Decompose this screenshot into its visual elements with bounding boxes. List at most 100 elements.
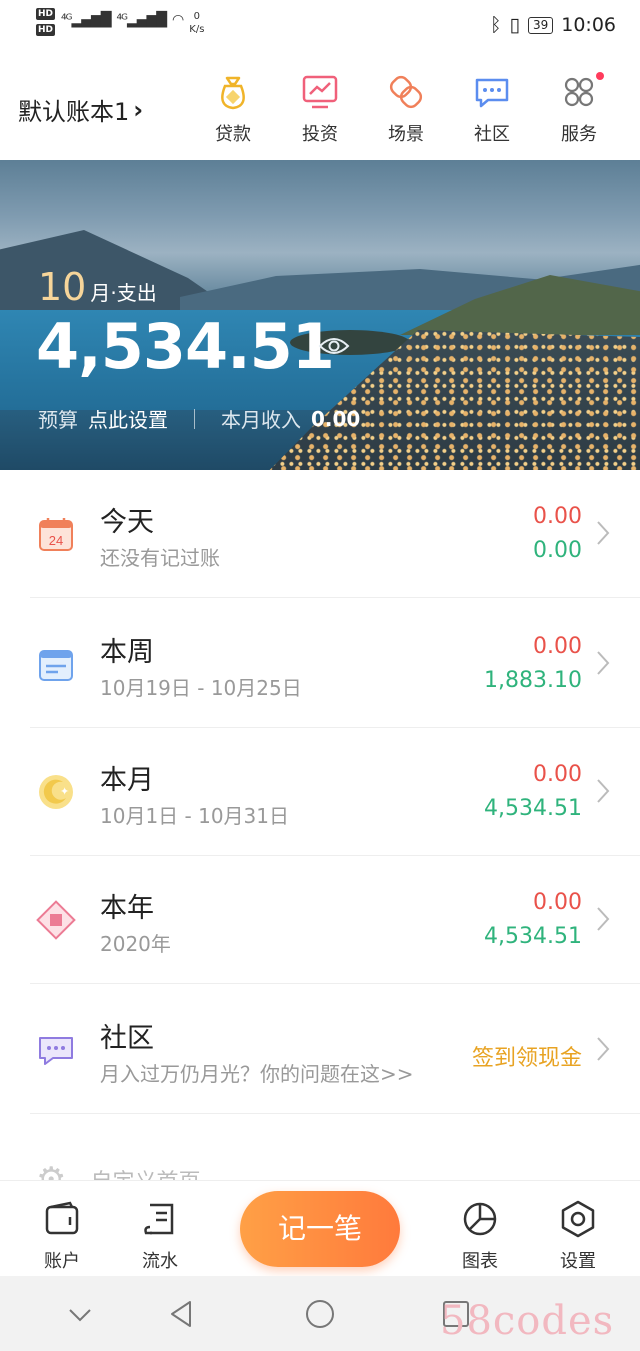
chevron-right-icon	[597, 907, 610, 931]
bluetooth-icon: ᛒ	[490, 14, 502, 36]
list-icon	[144, 1203, 174, 1235]
diamond-year-icon	[36, 900, 76, 940]
hide-keyboard-icon[interactable]	[64, 1298, 96, 1330]
row-subtitle: 2020年	[100, 932, 171, 956]
tab-chart-label: 图表	[462, 1251, 498, 1272]
row-income-value: 1,883.10	[484, 668, 582, 693]
month-suffix: 月·支出	[90, 281, 157, 305]
nav-invest[interactable]: 投资	[285, 72, 355, 146]
status-bar: HD HD ⁴ᴳ▂▄▆█ ⁴ᴳ▂▄▆█ ◠ 0 K/s ᛒ ▯ 39 10:06	[0, 0, 640, 56]
tab-chart[interactable]: 图表	[440, 1199, 520, 1273]
nav-loan-label: 贷款	[215, 124, 251, 145]
bottom-tab-bar: 账户 流水 记一笔 图表 设置	[0, 1180, 640, 1276]
row-expense-value: 0.00	[533, 890, 582, 915]
budget-label: 预算	[38, 408, 78, 432]
community-chat-icon	[39, 1037, 73, 1065]
chat-bubble-icon	[475, 78, 509, 108]
tab-settings[interactable]: 设置	[538, 1199, 618, 1273]
calendar-24-icon: 24	[39, 518, 73, 551]
banner-footer: 预算 点此设置 本月收入 0.00	[38, 404, 360, 433]
row-income-value: 0.00	[533, 538, 582, 563]
network-speed-value: 0	[193, 11, 201, 22]
nav-service[interactable]: 服务	[544, 72, 614, 146]
app-header: 默认账本1 › 贷款 投资 场景 社区 服务	[0, 56, 640, 160]
income-value: 0.00	[311, 406, 361, 431]
eye-icon[interactable]	[318, 332, 350, 360]
moon-star-icon: ✦	[39, 775, 73, 809]
battery-icon: 39	[527, 16, 554, 34]
chevron-right-icon: ›	[133, 95, 144, 124]
hd-badges: HD HD	[36, 8, 56, 36]
banner-divider	[194, 408, 195, 429]
nav-invest-label: 投资	[302, 124, 338, 145]
wifi-icon: ◠	[172, 12, 184, 28]
week-calendar-icon	[39, 650, 73, 681]
tab-flow[interactable]: 流水	[120, 1199, 200, 1273]
chart-trend-icon	[302, 75, 338, 109]
chevron-right-icon	[597, 779, 610, 803]
chevron-right-icon	[597, 651, 610, 675]
watermark-logo: 58codes	[440, 1298, 615, 1344]
status-right: ᛒ ▯ 39 10:06	[490, 14, 616, 36]
vibrate-icon: ▯	[509, 14, 520, 36]
back-icon[interactable]	[166, 1298, 198, 1330]
money-bag-icon	[221, 76, 245, 110]
network-speed: 0 K/s	[189, 10, 204, 36]
signal-icon-2: ⁴ᴳ▂▄▆█	[116, 12, 168, 28]
chevron-right-icon	[597, 1037, 610, 1061]
expense-banner[interactable]: 10 月·支出 4,534.51 预算 点此设置 本月收入 0.00	[0, 160, 640, 470]
nav-community[interactable]: 社区	[457, 72, 527, 146]
row-divider	[30, 1113, 640, 1114]
nav-scene-label: 场景	[388, 124, 424, 145]
row-income-value: 4,534.51	[484, 796, 582, 821]
book-selector[interactable]: 默认账本1 ›	[18, 92, 143, 127]
row-title: 今天	[100, 507, 154, 538]
monthly-expense-amount: 4,534.51	[36, 310, 335, 383]
notification-dot	[596, 72, 604, 80]
nav-community-label: 社区	[474, 124, 510, 145]
income-label: 本月收入	[221, 408, 301, 432]
grid-services-icon	[564, 77, 594, 107]
row-subtitle: 10月19日 - 10月25日	[100, 676, 302, 700]
summary-row-year[interactable]: 本年 2020年 0.00 4,534.51	[0, 856, 640, 984]
summary-row-week[interactable]: 本周 10月19日 - 10月25日 0.00 1,883.10	[0, 600, 640, 728]
tab-account-label: 账户	[44, 1251, 80, 1272]
book-name: 默认账本1	[18, 98, 130, 126]
row-subtitle: 10月1日 - 10月31日	[100, 804, 290, 828]
row-income-value: 4,534.51	[484, 924, 582, 949]
tab-flow-label: 流水	[142, 1251, 178, 1272]
summary-row-month[interactable]: ✦ 本月 10月1日 - 10月31日 0.00 4,534.51	[0, 728, 640, 856]
community-subtitle: 月入过万仍月光？你的问题在这>>	[100, 1062, 414, 1086]
nav-scene[interactable]: 场景	[371, 72, 441, 146]
status-time: 10:06	[561, 14, 616, 36]
tab-account[interactable]: 账户	[22, 1199, 102, 1273]
row-expense-value: 0.00	[533, 634, 582, 659]
row-divider	[30, 983, 640, 984]
budget-set-link[interactable]: 点此设置	[88, 404, 168, 433]
svg-text:24: 24	[49, 533, 63, 548]
chevron-right-icon	[597, 521, 610, 545]
svg-text:✦: ✦	[60, 785, 69, 798]
link-rings-icon	[389, 75, 423, 109]
row-expense-value: 0.00	[533, 762, 582, 787]
nav-service-label: 服务	[561, 124, 597, 145]
community-row[interactable]: 社区 月入过万仍月光？你的问题在这>> 签到领现金	[0, 986, 640, 1114]
network-speed-unit: K/s	[189, 24, 205, 35]
checkin-cash-promo[interactable]: 签到领现金	[472, 1040, 582, 1072]
summary-row-today[interactable]: 24 今天 还没有记过账 0.00 0.00	[0, 470, 640, 598]
status-left: HD HD ⁴ᴳ▂▄▆█ ⁴ᴳ▂▄▆█ ◠ 0 K/s	[36, 8, 204, 36]
tab-settings-label: 设置	[560, 1251, 596, 1272]
home-icon[interactable]	[304, 1298, 336, 1330]
pie-chart-icon	[463, 1202, 497, 1236]
month-number: 10	[38, 265, 87, 309]
row-title: 本周	[100, 637, 154, 668]
row-title: 本月	[100, 765, 154, 796]
row-expense-value: 0.00	[533, 504, 582, 529]
row-divider	[30, 597, 640, 598]
signal-icon: ⁴ᴳ▂▄▆█	[61, 12, 112, 28]
record-button[interactable]: 记一笔	[240, 1191, 400, 1267]
row-title: 本年	[100, 893, 154, 924]
row-subtitle: 还没有记过账	[100, 546, 220, 570]
month-label: 10 月·支出	[38, 265, 157, 309]
nav-loan[interactable]: 贷款	[198, 72, 268, 146]
